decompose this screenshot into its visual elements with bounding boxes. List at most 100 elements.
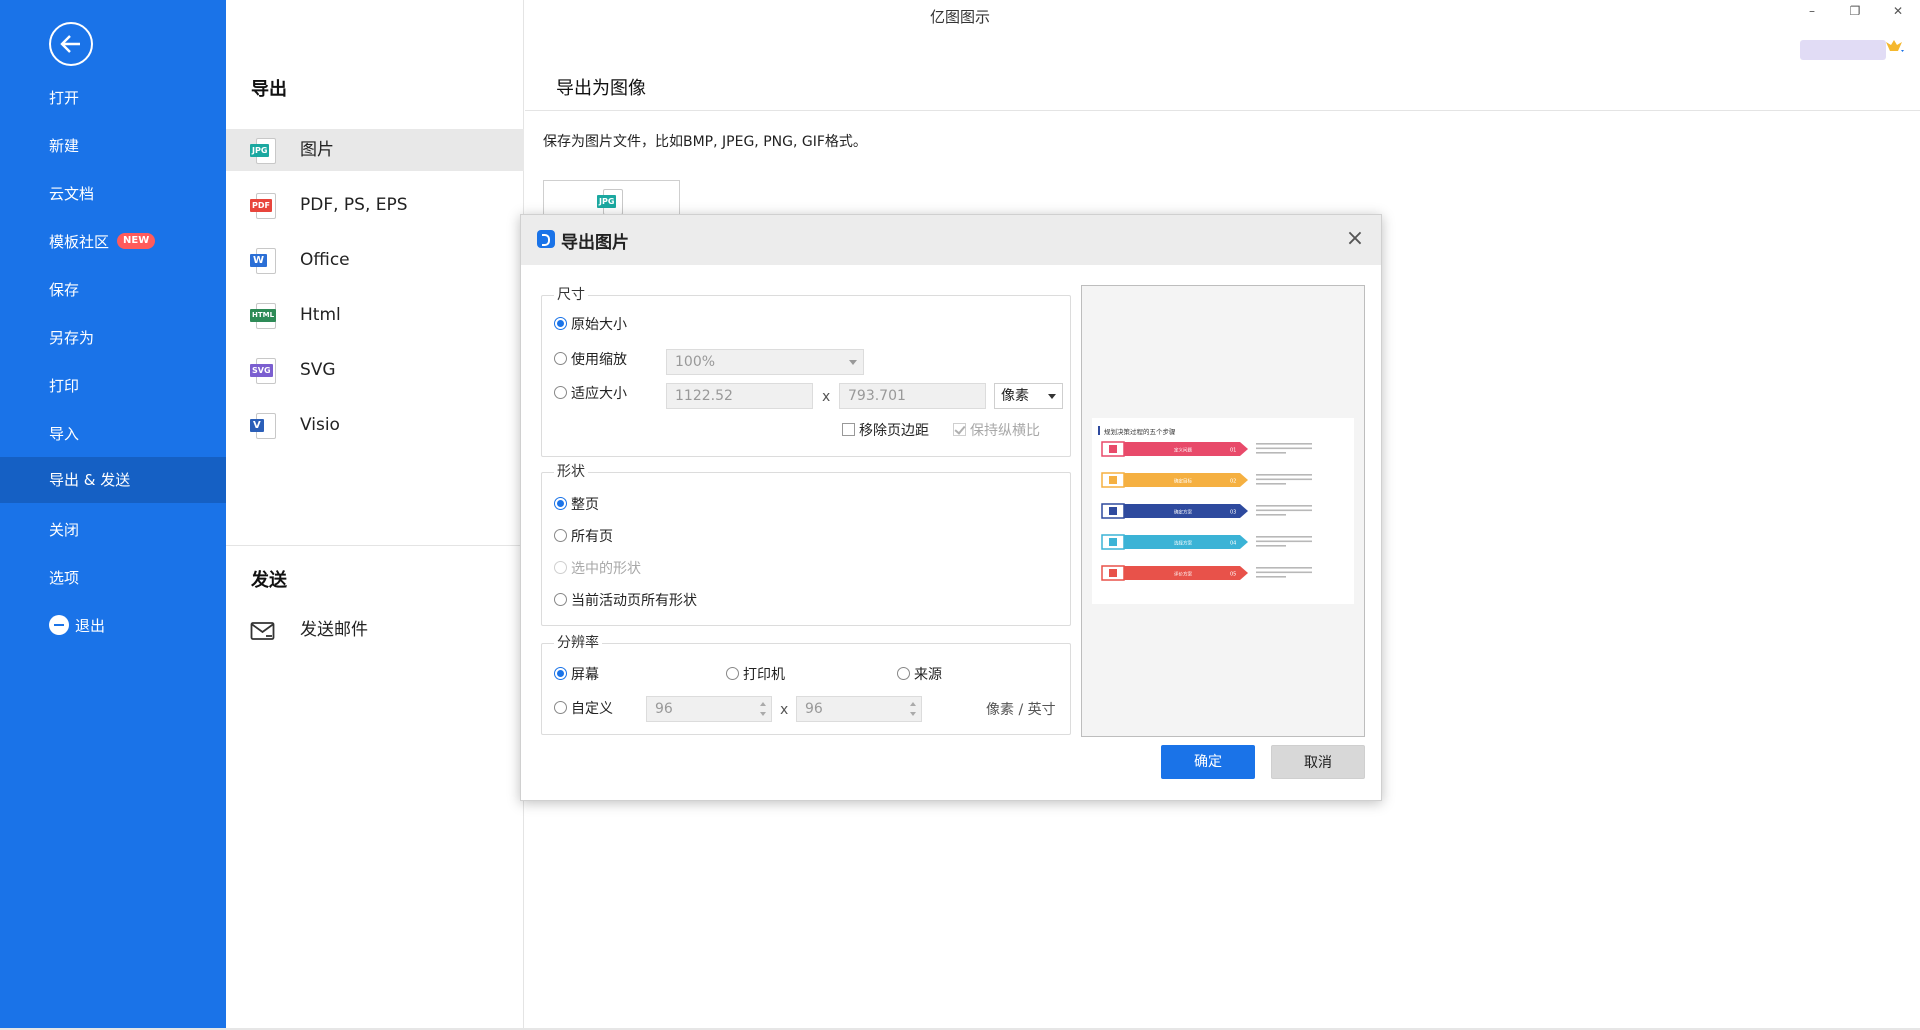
preview-desc-line [1256,483,1286,485]
sidebar-item-options[interactable]: 选项 [0,555,226,601]
resolution-group-title: 分辨率 [554,632,602,652]
chevron-down-icon [849,360,857,365]
radio-original-size[interactable]: 原始大小 [554,316,627,334]
preview-desc-line [1256,540,1312,543]
sidebar-item-export-send[interactable]: 导出 & 发送 [0,457,226,503]
jpg-file-icon: JPG [597,189,623,215]
export-item-visio[interactable]: V Visio [226,404,524,446]
preview-step-5: 评价方案 05 [1101,565,1312,581]
dpi-x-stepper[interactable]: 96 [646,696,772,722]
radio-icon [554,351,567,365]
export-section-title: 导出 [251,79,287,100]
width-input[interactable]: 1122.52 [666,383,813,409]
back-button[interactable] [49,22,93,66]
checkbox-remove-margin[interactable]: 移除页边距 [842,422,929,440]
preview-step-number: 05 [1230,572,1236,578]
preview-step-number: 03 [1230,510,1236,516]
shape-group-title: 形状 [554,461,588,481]
sidebar: 打开 新建 云文档 模板社区 NEW 保存 另存为 打印 导入 导出 & 发送 关… [0,0,226,1028]
preview-desc-line [1256,567,1312,569]
preview-desc-line [1256,571,1312,574]
radio-printer[interactable]: 打印机 [726,666,785,684]
preview-step-number: 01 [1230,448,1236,454]
dpi-y-stepper[interactable]: 96 [796,696,922,722]
app-logo-icon [537,230,555,248]
sidebar-item-template-community[interactable]: 模板社区 NEW [0,219,226,265]
confirm-button[interactable]: 确定 [1161,745,1255,779]
preview-desc-line [1256,443,1312,445]
section-divider [226,545,524,546]
dialog-close-icon[interactable]: × [1343,227,1367,251]
preview-desc-line [1256,474,1312,476]
radio-all-pages[interactable]: 所有页 [554,528,613,546]
radio-current-page-shapes[interactable]: 当前活动页所有形状 [554,592,697,610]
size-group: 尺寸 原始大小 使用缩放 100% 适应大小 1122.52 x 793.701… [541,284,1071,457]
preview-desc-line [1256,452,1286,454]
preview-heading: 规划决策过程的五个步骤 [1104,427,1176,436]
preview-desc-line [1256,545,1286,547]
radio-screen[interactable]: 屏幕 [554,666,599,684]
radio-source[interactable]: 来源 [897,666,942,684]
height-input[interactable]: 793.701 [839,383,986,409]
zoom-select[interactable]: 100% [666,349,864,375]
export-menu-panel: 导出 JPG 图片 PDF PDF, PS, EPS W Office HTML… [226,0,524,1028]
radio-icon [554,528,567,542]
send-section-title: 发送 [251,570,287,591]
unit-select[interactable]: 像素 [994,383,1063,409]
sidebar-item-save-as[interactable]: 另存为 [0,315,226,361]
export-description: 保存为图片文件，比如BMP, JPEG, PNG, GIF格式。 [543,134,867,150]
sidebar-item-exit[interactable]: 退出 [0,603,226,649]
sidebar-item-new[interactable]: 新建 [0,123,226,169]
preview-step-label: 确定方案 [1174,509,1192,516]
preview-desc-line [1256,536,1312,538]
chevron-down-icon [1048,394,1056,399]
radio-use-zoom[interactable]: 使用缩放 [554,351,627,369]
cancel-button[interactable]: 取消 [1271,745,1365,779]
user-avatar[interactable] [1800,40,1886,60]
sidebar-item-import[interactable]: 导入 [0,411,226,457]
preview-step-label: 评价方案 [1174,571,1192,578]
svg-file-icon: SVG [250,358,276,384]
export-preview: 规划决策过程的五个步骤 定义问题 01 确定目标 02 确定方案 03 选择方案 04 评价方案… [1081,285,1365,737]
radio-icon [554,592,567,606]
resolution-group: 分辨率 屏幕 打印机 来源 自定义 96 x 96 像素 / 英寸 [541,632,1071,735]
preview-step-number: 02 [1230,479,1236,485]
word-file-icon: W [250,248,276,274]
export-image-dialog: 导出图片 × 尺寸 原始大小 使用缩放 100% 适应大小 1122.52 x … [520,214,1382,801]
vip-crown-icon[interactable] [1884,36,1904,56]
preview-thumbnail: 规划决策过程的五个步骤 定义问题 01 确定目标 02 确定方案 03 选择方案 04 评价方案… [1092,418,1354,604]
preview-desc-line [1256,514,1286,516]
radio-whole-page[interactable]: 整页 [554,496,599,514]
preview-heading-marker [1098,426,1100,435]
radio-custom[interactable]: 自定义 [554,700,613,718]
sidebar-item-close[interactable]: 关闭 [0,507,226,553]
radio-checked-icon [554,666,567,680]
sidebar-item-open[interactable]: 打开 [0,75,226,121]
export-item-pdf[interactable]: PDF PDF, PS, EPS [226,184,524,226]
radio-checked-icon [554,316,567,330]
sidebar-item-save[interactable]: 保存 [0,267,226,313]
radio-selected-shapes: 选中的形状 [554,560,641,578]
radio-fit-size[interactable]: 适应大小 [554,385,627,403]
radio-icon [726,666,739,680]
send-item-email[interactable]: 发送邮件 [226,609,524,651]
spin-down-icon [910,712,916,716]
sidebar-item-print[interactable]: 打印 [0,363,226,409]
restore-icon[interactable]: ❐ [1845,4,1865,18]
visio-file-icon: V [250,413,276,439]
checkbox-icon [842,422,855,436]
right-panel-title: 导出为图像 [556,78,646,99]
minimize-icon[interactable]: – [1802,4,1822,18]
shape-group: 形状 整页 所有页 选中的形状 当前活动页所有形状 [541,461,1071,626]
times-sign: x [780,702,789,718]
export-item-html[interactable]: HTML Html [226,294,524,336]
sidebar-item-cloud-docs[interactable]: 云文档 [0,171,226,217]
export-item-office[interactable]: W Office [226,239,524,281]
preview-desc-line [1256,576,1286,578]
checkbox-keep-ratio[interactable]: 保持纵横比 [953,422,1040,440]
preview-step-label: 确定目标 [1174,478,1192,485]
export-item-svg[interactable]: SVG SVG [226,349,524,391]
export-item-image[interactable]: JPG 图片 [226,129,524,171]
close-window-icon[interactable]: ✕ [1888,4,1908,18]
exit-icon [49,614,69,635]
